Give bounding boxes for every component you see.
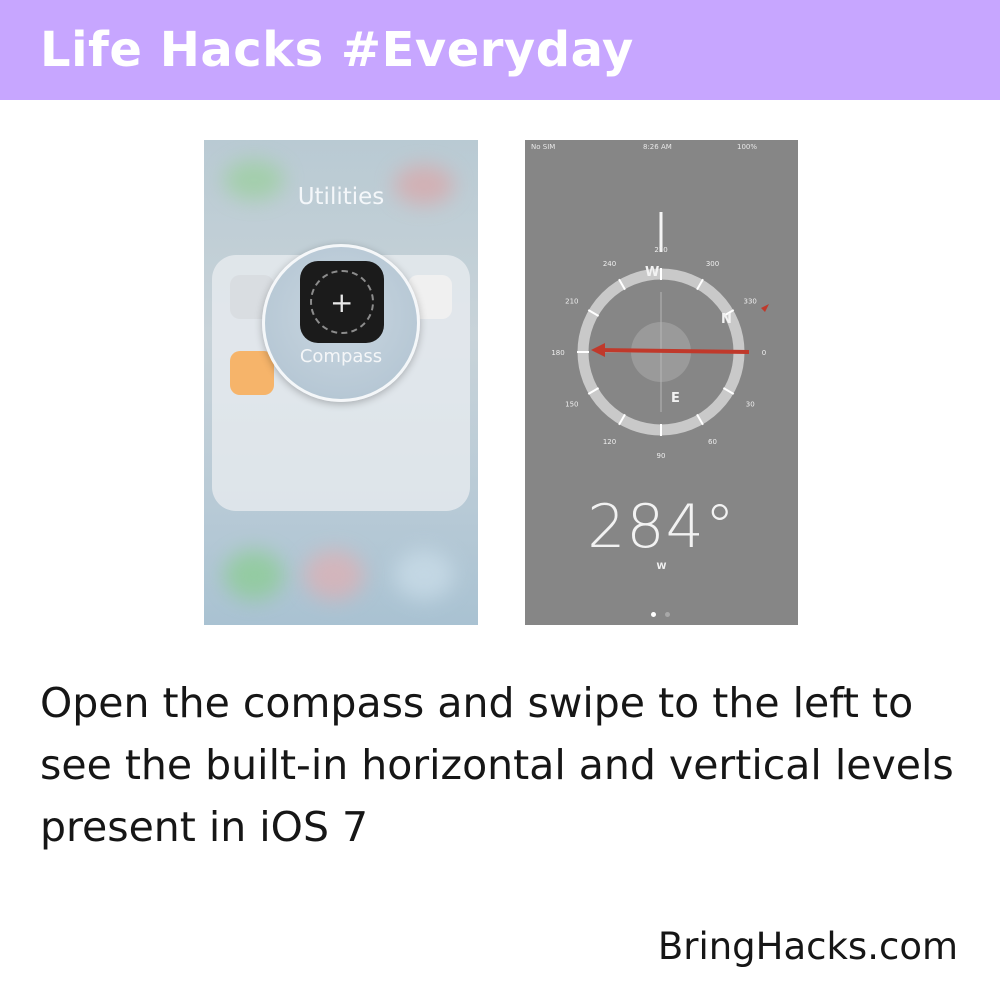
- page-title: Life Hacks #Everyday: [40, 22, 634, 78]
- north-indicator: [761, 304, 769, 312]
- dial-number: 330: [744, 298, 757, 306]
- dial-number: 270: [654, 246, 667, 254]
- page-dot-active: [651, 612, 656, 617]
- compass-app-screenshot: No SIM 8:26 AM 100% 270 300 330 0 30 60 90 120 1…: [525, 140, 798, 625]
- dial-number: 30: [746, 401, 755, 409]
- dial-number: 180: [551, 349, 564, 357]
- folder-title: Utilities: [297, 184, 385, 210]
- west-label: W: [645, 265, 659, 280]
- heading-readout: 284°: [587, 492, 736, 562]
- dial-number: 120: [603, 438, 616, 446]
- compass-app-icon[interactable]: +: [300, 261, 384, 343]
- heading-direction: W: [656, 562, 667, 572]
- dial-number: 0: [762, 349, 766, 357]
- dial-number: 300: [706, 260, 719, 268]
- dial-number: 210: [565, 298, 578, 306]
- site-credit: BringHacks.com: [657, 925, 958, 968]
- page-dot: [665, 612, 671, 617]
- compass-app-label: Compass: [299, 346, 383, 367]
- crosshair-icon: +: [330, 286, 354, 319]
- dial-number: 90: [657, 452, 666, 460]
- utilities-folder-screenshot: Utilities + Compass: [204, 140, 478, 625]
- dial-number: 240: [603, 260, 616, 268]
- page-indicator[interactable]: [649, 602, 672, 621]
- caption-text: Open the compass and swipe to the left t…: [40, 679, 954, 851]
- magnified-compass-app[interactable]: + Compass: [262, 244, 420, 402]
- needle-arrowhead: [591, 343, 605, 357]
- north-label: N: [721, 312, 732, 327]
- header-banner: Life Hacks #Everyday: [0, 0, 1000, 100]
- dial-number: 150: [565, 401, 578, 409]
- east-label: E: [671, 391, 680, 406]
- dial-number: 60: [708, 438, 717, 446]
- bearing-needle: [594, 348, 750, 354]
